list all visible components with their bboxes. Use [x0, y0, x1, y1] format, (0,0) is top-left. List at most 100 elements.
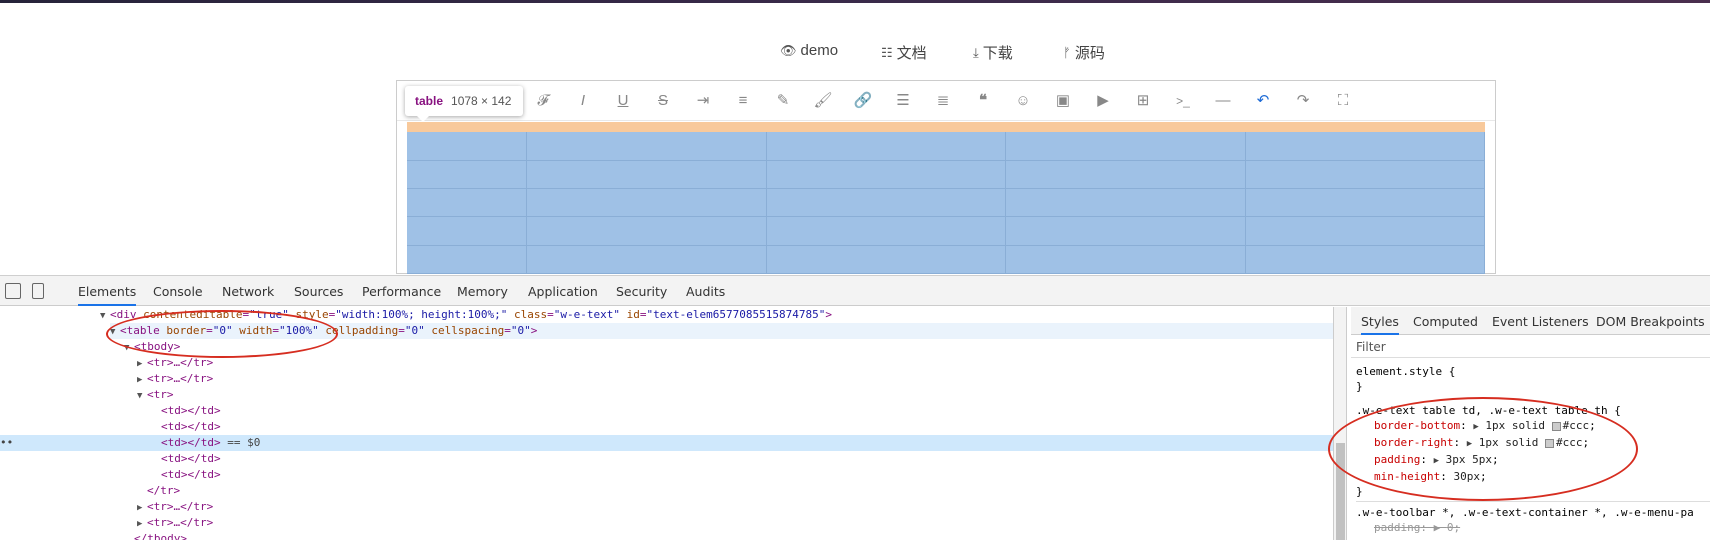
indent-icon[interactable]: ⇥	[693, 91, 713, 111]
tab-memory[interactable]: Memory	[457, 284, 508, 299]
device-toggle-icon[interactable]	[32, 283, 44, 299]
code-icon[interactable]: >_	[1173, 91, 1193, 111]
table-padding-highlight	[407, 122, 1485, 132]
undo-icon[interactable]: ↶	[1253, 91, 1273, 111]
table-cell[interactable]	[407, 245, 528, 275]
dom-node-tr[interactable]: ▶ <tr>…</tr>	[137, 355, 213, 371]
color-swatch[interactable]	[1551, 421, 1561, 431]
table-cell[interactable]	[1005, 245, 1246, 275]
table-cell[interactable]	[526, 245, 767, 275]
table-cell[interactable]	[1245, 132, 1486, 161]
back-color-icon[interactable]: 🖌	[813, 91, 833, 111]
dom-node-tr[interactable]: ▼ <tr>	[137, 387, 174, 403]
table-cell[interactable]	[407, 132, 528, 161]
tab-sources[interactable]: Sources	[294, 284, 343, 299]
tab-application[interactable]: Application	[528, 284, 598, 299]
tab-network[interactable]: Network	[222, 284, 274, 299]
table-cell[interactable]	[407, 216, 528, 246]
nav-source-link[interactable]: ᚠ 源码	[1063, 42, 1105, 63]
dom-node-tbody[interactable]: ▼ <tbody>	[124, 339, 180, 355]
justify-icon[interactable]: ≣	[933, 91, 953, 111]
dom-node-tr[interactable]: ▶ <tr>…</tr>	[137, 499, 213, 515]
list-icon: ☷	[881, 44, 893, 60]
list-icon[interactable]: ☰	[893, 91, 913, 111]
table-cell[interactable]	[766, 216, 1007, 246]
dom-node-table[interactable]: ▼ <table border="0" width="100%" cellpadd…	[110, 323, 1333, 339]
more-options-icon[interactable]: ••	[0, 435, 13, 451]
table-cell[interactable]	[1245, 160, 1486, 190]
table-cell[interactable]	[1245, 216, 1486, 246]
toolbar-style-rule[interactable]: .w-e-toolbar *, .w-e-text-container *, .…	[1356, 501, 1710, 535]
scrollbar-thumb[interactable]	[1336, 443, 1345, 540]
line-height-icon[interactable]: ≡	[733, 91, 753, 111]
collapse-arrow-icon[interactable]: ▶	[137, 372, 147, 388]
table-cell[interactable]	[407, 160, 528, 190]
editor-content[interactable]	[407, 122, 1486, 275]
quote-icon[interactable]: ❝	[973, 91, 993, 111]
expand-arrow-icon[interactable]: ▼	[100, 308, 110, 324]
table-cell[interactable]	[1005, 160, 1246, 190]
dom-node-div[interactable]: ▼ <div contenteditable="true" style="widt…	[100, 307, 832, 323]
collapse-arrow-icon[interactable]: ▶	[137, 500, 147, 516]
italic-icon[interactable]: I	[573, 91, 593, 111]
table-cell[interactable]	[526, 216, 767, 246]
tab-dom-breakpoints[interactable]: DOM Breakpoints	[1596, 314, 1705, 329]
nav-download-link[interactable]: ⤓ 下载	[973, 42, 1013, 63]
tab-styles[interactable]: Styles	[1361, 314, 1399, 335]
editor-table[interactable]	[407, 132, 1486, 275]
inspect-element-icon[interactable]	[5, 283, 21, 299]
dom-node-td[interactable]: <td></td>	[161, 403, 221, 419]
dom-node-td-selected[interactable]: •• <td></td> == $0	[0, 435, 1333, 451]
expand-arrow-icon[interactable]: ▼	[110, 324, 120, 340]
tab-audits[interactable]: Audits	[686, 284, 725, 299]
table-icon[interactable]: ⊞	[1133, 91, 1153, 111]
dom-node-td[interactable]: <td></td>	[161, 451, 221, 467]
collapse-arrow-icon[interactable]: ▶	[137, 516, 147, 532]
emoticon-icon[interactable]: ☺	[1013, 91, 1033, 111]
tab-performance[interactable]: Performance	[362, 284, 441, 299]
table-cell[interactable]	[766, 160, 1007, 190]
table-cell[interactable]	[526, 188, 767, 218]
color-swatch[interactable]	[1545, 438, 1555, 448]
expand-arrow-icon[interactable]: ▼	[137, 388, 147, 404]
underline-icon[interactable]: U	[613, 91, 633, 111]
table-cell[interactable]	[1005, 216, 1246, 246]
nav-demo-link[interactable]: 👁 demo	[780, 42, 838, 59]
tab-event-listeners[interactable]: Event Listeners	[1492, 314, 1589, 329]
dom-node-td[interactable]: <td></td>	[161, 419, 221, 435]
tab-elements[interactable]: Elements	[78, 284, 137, 306]
fullscreen-icon[interactable]: ⛶	[1333, 91, 1353, 111]
table-cell[interactable]	[526, 132, 767, 161]
table-cell[interactable]	[526, 160, 767, 190]
video-icon[interactable]: ▶	[1093, 91, 1113, 111]
table-cell[interactable]	[407, 188, 528, 218]
strikethrough-icon[interactable]: S	[653, 91, 673, 111]
styles-filter-input[interactable]: Filter	[1351, 336, 1710, 358]
font-icon[interactable]: 𝓕	[533, 91, 553, 111]
nav-docs-link[interactable]: ☷ 文档	[881, 42, 927, 63]
fore-color-icon[interactable]: ✎	[773, 91, 793, 111]
expand-arrow-icon[interactable]: ▼	[124, 340, 134, 356]
dom-node-tr[interactable]: ▶ <tr>…</tr>	[137, 371, 213, 387]
collapse-arrow-icon[interactable]: ▶	[137, 356, 147, 372]
dom-node-td[interactable]: <td></td>	[161, 467, 221, 483]
dom-node-tr[interactable]: ▶ <tr>…</tr>	[137, 515, 213, 531]
table-cell[interactable]	[766, 245, 1007, 275]
dom-node-tr-close[interactable]: </tr>	[147, 483, 180, 499]
element-style-rule[interactable]: element.style { }	[1356, 364, 1455, 394]
table-cell[interactable]	[1245, 245, 1486, 275]
dom-scrollbar[interactable]	[1333, 307, 1347, 540]
table-cell[interactable]	[1005, 188, 1246, 218]
td-style-rule[interactable]: .w-e-text table td, .w-e-text table th {…	[1356, 403, 1621, 499]
splitline-icon[interactable]: —	[1213, 91, 1233, 111]
tab-computed[interactable]: Computed	[1413, 314, 1478, 329]
tab-console[interactable]: Console	[153, 284, 203, 299]
table-cell[interactable]	[1245, 188, 1486, 218]
table-cell[interactable]	[766, 132, 1007, 161]
redo-icon[interactable]: ↷	[1293, 91, 1313, 111]
image-icon[interactable]: ▣	[1053, 91, 1073, 111]
tab-security[interactable]: Security	[616, 284, 667, 299]
link-icon[interactable]: 🔗	[853, 91, 873, 111]
table-cell[interactable]	[1005, 132, 1246, 161]
table-cell[interactable]	[766, 188, 1007, 218]
